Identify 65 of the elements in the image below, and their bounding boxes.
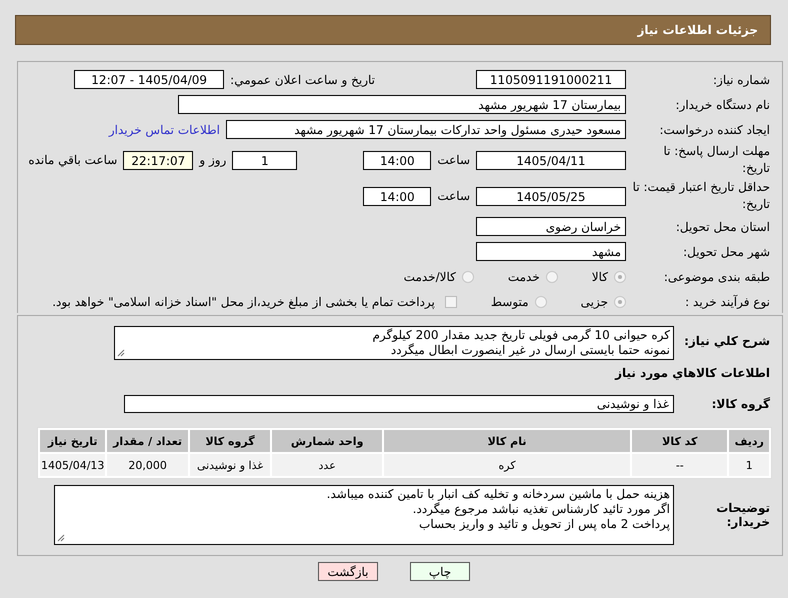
- column-header: نام کالا: [384, 430, 630, 452]
- column-header: واحد شمارش: [272, 430, 382, 452]
- table-cell: 20,000: [107, 454, 188, 476]
- time-label: ساعت: [437, 189, 470, 203]
- table-cell: --: [632, 454, 728, 476]
- field-label: شهر محل تحویل:: [682, 244, 770, 258]
- resize-grip-icon[interactable]: [117, 349, 125, 357]
- field-label: حداقل تاریخ اعتبار قیمت: تا تاریخ:: [632, 179, 770, 213]
- section-title: اطلاعات کالاهاي مورد نیاز: [614, 366, 770, 380]
- column-header: ردیف: [729, 430, 769, 452]
- days-field: 1: [232, 150, 298, 170]
- table-cell: کره: [384, 454, 630, 476]
- column-header: تاریخ نیاز: [40, 430, 106, 452]
- field-label: شرح کلي نیاز:: [683, 333, 770, 348]
- time-field: 14:00: [363, 186, 432, 206]
- field-label: شماره نیاز:: [712, 72, 770, 86]
- buyer-org-field: بیمارستان 17 شهریور مشهد: [178, 95, 626, 114]
- field-label: تاریخ و ساعت اعلان عمومي:: [230, 72, 375, 86]
- description-textarea[interactable]: کره حیوانی 10 گرمی فویلی تاریخ جدید مقدار 200 کیلوگرم نمونه حتما بایستی ارسال در غیر اینصورت ابطال میگردد: [114, 326, 674, 360]
- radio-button[interactable]: [534, 296, 547, 308]
- buyer-notes-textarea[interactable]: هزینه حمل با ماشین سردخانه و تخلیه کف انبار با تامین کننده میباشد. اگر مورد تائید کارشناس تغذیه نباشد مرجوع میگردد. پرداخت 2 ماه پس از تحویل و تائید و واریز بحساب: [54, 485, 674, 545]
- remaining-label: ساعت باقي مانده: [28, 153, 118, 167]
- goods-group-field: غذا و نوشیدنی: [124, 394, 674, 412]
- table-cell: عدد: [272, 454, 382, 476]
- date-field: 1405/04/11: [476, 150, 626, 170]
- column-header: کد کالا: [632, 430, 728, 452]
- back-button[interactable]: بازگشت: [318, 562, 378, 581]
- column-header: گروه کالا: [190, 430, 270, 452]
- field-label: گروه کالا:: [710, 396, 770, 410]
- radio-label: کالا/خدمت: [404, 270, 456, 284]
- time-label: ساعت: [437, 153, 470, 167]
- radio-button[interactable]: [614, 296, 626, 308]
- page-title: جزئیات اطلاعات نیاز: [637, 23, 758, 37]
- table-cell: 1: [729, 454, 769, 476]
- checkbox-label: پرداخت تمام یا بخشی از مبلغ خرید،از محل "اسناد خزانه اسلامی" خواهد بود.: [52, 294, 435, 308]
- province-field: خراسان رضوی: [476, 217, 626, 236]
- field-label: استان محل تحویل:: [674, 220, 770, 234]
- radio-button[interactable]: [614, 270, 626, 282]
- announce-date-field: 1405/04/09 - 12:07: [74, 70, 224, 89]
- print-button[interactable]: چاپ: [410, 562, 470, 581]
- field-label: مهلت ارسال پاسخ: تا تاریخ:: [662, 143, 770, 177]
- date-field: 1405/05/25: [476, 186, 626, 206]
- checkbox[interactable]: [444, 296, 457, 308]
- remaining-time-field: 22:17:07: [123, 150, 194, 170]
- radio-label: متوسط: [490, 294, 529, 308]
- table-cell: 1405/04/13: [40, 454, 106, 476]
- resize-grip-icon[interactable]: [57, 534, 65, 542]
- time-field: 14:00: [363, 150, 432, 170]
- radio-label: کالا: [592, 270, 608, 284]
- field-label: نوع فرآیند خرید :: [684, 294, 770, 308]
- table-cell: غذا و نوشیدنی: [190, 454, 270, 476]
- radio-button[interactable]: [546, 270, 558, 282]
- radio-label: خدمت: [508, 270, 540, 284]
- need-number-field: 1105091191000211: [476, 70, 626, 89]
- buyer-contact-link[interactable]: اطلاعات تماس خریدار: [108, 122, 220, 136]
- creator-field: مسعود حیدری مسئول واحد تدارکات بیمارستان 17 شهریور مشهد: [226, 120, 626, 139]
- column-header: تعداد / مقدار: [107, 430, 188, 452]
- field-label: طبقه بندی موضوعی:: [662, 270, 770, 284]
- field-label: نام دستگاه خریدار:: [674, 98, 770, 112]
- radio-label: جزیی: [580, 294, 608, 308]
- field-label: توضیحات خریدار:: [715, 501, 770, 529]
- city-field: مشهد: [476, 242, 626, 261]
- days-label: روز و: [199, 153, 226, 167]
- radio-button[interactable]: [462, 270, 474, 282]
- field-label: ایجاد کننده درخواست:: [658, 122, 770, 136]
